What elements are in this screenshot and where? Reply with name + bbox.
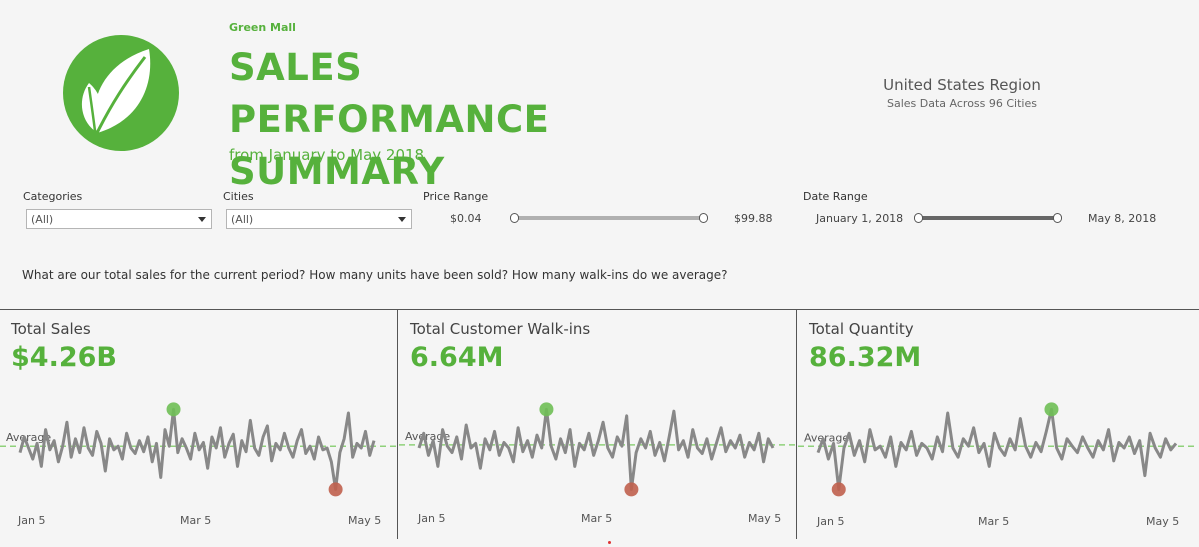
x-tick-label: Jan 5 <box>418 512 446 525</box>
page-title: SALES PERFORMANCE SUMMARY <box>229 46 550 193</box>
categories-label: Categories <box>23 190 83 203</box>
date-range-slider[interactable] <box>919 216 1059 220</box>
price-range-slider[interactable] <box>515 216 705 220</box>
max-point-marker[interactable] <box>539 402 554 417</box>
x-tick-label: Mar 5 <box>180 514 212 527</box>
categories-value: (All) <box>31 213 54 226</box>
x-tick-label: May 5 <box>1146 515 1180 528</box>
leaf-logo <box>63 35 179 151</box>
date-range-end: May 8, 2018 <box>1088 212 1157 225</box>
categories-dropdown[interactable]: (All) <box>26 209 212 229</box>
average-label: Average <box>804 431 849 444</box>
x-tick-label: May 5 <box>348 514 382 527</box>
x-tick-label: Jan 5 <box>817 515 845 528</box>
price-range-min-handle[interactable] <box>510 213 519 223</box>
chevron-down-icon <box>398 217 406 222</box>
walkins-title: Total Customer Walk-ins <box>410 320 591 338</box>
price-range-label: Price Range <box>423 190 489 203</box>
cities-label: Cities <box>223 190 254 203</box>
walkins-sparkline[interactable]: Average <box>399 390 795 510</box>
total-sales-value: $4.26B <box>11 342 117 373</box>
series-line[interactable] <box>816 407 1178 491</box>
quantity-title: Total Quantity <box>809 320 914 338</box>
section-divider <box>0 309 1199 310</box>
scroll-indicator <box>608 541 611 544</box>
x-tick-label: Mar 5 <box>978 515 1010 528</box>
region-title: United States Region <box>883 76 1041 94</box>
total-sales-sparkline[interactable]: Average <box>0 390 396 510</box>
date-range-start-handle[interactable] <box>914 213 923 223</box>
cities-value: (All) <box>231 213 254 226</box>
max-point-marker[interactable] <box>166 402 181 417</box>
min-point-marker[interactable] <box>831 482 846 497</box>
x-tick-label: Mar 5 <box>581 512 613 525</box>
price-range-min: $0.04 <box>450 212 482 225</box>
panel-divider <box>397 309 398 539</box>
leaf-icon <box>81 49 151 134</box>
panel-divider <box>796 309 797 539</box>
question-text: What are our total sales for the current… <box>22 268 728 282</box>
quantity-value: 86.32M <box>809 342 922 373</box>
date-range-start: January 1, 2018 <box>816 212 904 225</box>
x-tick-label: Jan 5 <box>18 514 46 527</box>
cities-dropdown[interactable]: (All) <box>226 209 412 229</box>
min-point-marker[interactable] <box>328 482 343 497</box>
region-subtitle: Sales Data Across 96 Cities <box>887 97 1037 110</box>
date-range-label: Date Range <box>803 190 868 203</box>
brand-name: Green Mall <box>229 21 296 34</box>
series-line[interactable] <box>18 407 376 491</box>
series-line[interactable] <box>417 407 775 491</box>
chevron-down-icon <box>198 217 206 222</box>
min-point-marker[interactable] <box>624 482 639 497</box>
dashboard: Green Mall SALES PERFORMANCE SUMMARY fro… <box>0 0 1199 547</box>
price-range-max-handle[interactable] <box>699 213 708 223</box>
max-point-marker[interactable] <box>1044 402 1059 417</box>
date-range-end-handle[interactable] <box>1053 213 1062 223</box>
quantity-sparkline[interactable]: Average <box>798 390 1198 510</box>
walkins-value: 6.64M <box>410 342 504 373</box>
page-subtitle: from January to May 2018 <box>229 146 425 164</box>
price-range-max: $99.88 <box>734 212 773 225</box>
total-sales-title: Total Sales <box>11 320 91 338</box>
x-tick-label: May 5 <box>748 512 782 525</box>
